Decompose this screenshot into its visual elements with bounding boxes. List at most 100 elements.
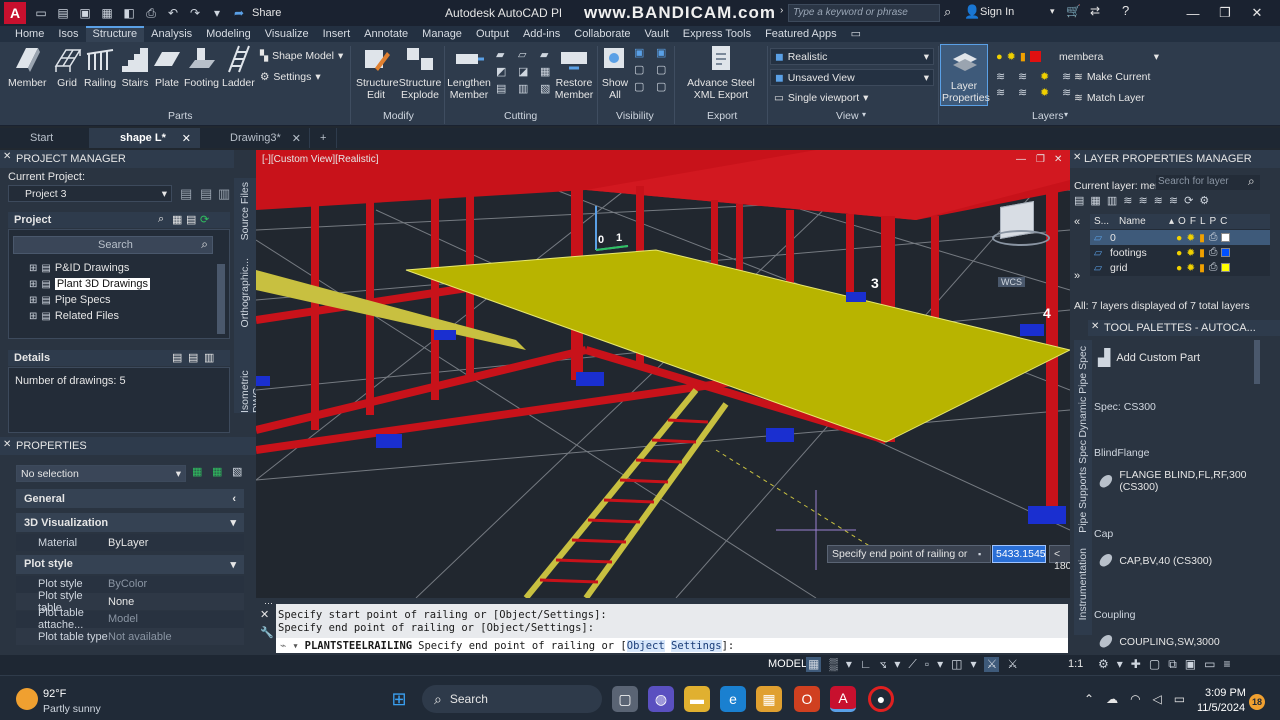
restore-member-button[interactable]: Restore Member: [553, 44, 595, 101]
plate-button[interactable]: Plate: [152, 44, 182, 89]
layer-tool-icon[interactable]: ✹: [1040, 86, 1058, 99]
tree-item[interactable]: ⊞ ▤ Related Files: [29, 310, 119, 322]
named-view-dropdown[interactable]: ◼ Unsaved View ▾: [770, 69, 934, 86]
minimize-icon[interactable]: —: [1182, 3, 1204, 23]
customize-icon[interactable]: ≡: [1223, 657, 1230, 672]
sun-icon[interactable]: ✹: [1186, 232, 1195, 244]
plot-icon[interactable]: ⎙: [1209, 231, 1217, 244]
column-plot[interactable]: P: [1210, 216, 1217, 227]
layer-tool-icon[interactable]: ≋: [996, 70, 1014, 83]
viewcube-compass[interactable]: [992, 230, 1050, 246]
wifi-icon[interactable]: ◠: [1130, 692, 1140, 706]
command-input[interactable]: ⌁ ▾ PLANTSTEELRAILING Specify end point …: [276, 638, 1068, 653]
property-value[interactable]: Model: [108, 613, 138, 625]
wrench-icon[interactable]: 🔧: [260, 626, 274, 639]
visibility-tool-icon[interactable]: ▢: [656, 80, 674, 93]
plot-icon[interactable]: ⎙: [1209, 261, 1217, 274]
weather-desc[interactable]: Partly sunny: [43, 703, 101, 715]
match-layer-button[interactable]: ≋ Match Layer: [1074, 92, 1145, 104]
ortho-icon[interactable]: ∟: [860, 657, 872, 672]
tab-structure[interactable]: Structure: [85, 26, 145, 42]
set-current-icon[interactable]: ≋: [1169, 194, 1178, 207]
tab-annotate[interactable]: Annotate: [357, 26, 415, 42]
exchange-icon[interactable]: ⇄: [1090, 4, 1100, 18]
layer-row[interactable]: ▱ 0 ● ✹ ▮ ⎙: [1090, 230, 1270, 245]
cart-icon[interactable]: 🛒: [1066, 4, 1081, 18]
property-row[interactable]: Material ByLayer: [16, 534, 244, 551]
tab-modeling[interactable]: Modeling: [199, 26, 258, 42]
close-icon[interactable]: ✕: [1091, 321, 1099, 332]
bulb-icon[interactable]: ●: [1176, 262, 1182, 274]
new-icon[interactable]: ▭: [32, 4, 50, 22]
property-section-header[interactable]: Plot style ▾: [16, 554, 244, 574]
search-icon[interactable]: ⌕: [944, 4, 951, 20]
dropdown-icon[interactable]: ▾: [208, 4, 226, 22]
isodraft-icon[interactable]: ⟋: [908, 657, 916, 672]
collapse-icon[interactable]: «: [1074, 216, 1080, 228]
make-current-button[interactable]: ≋ Make Current: [1074, 71, 1150, 83]
new-layer-icon[interactable]: ≋: [1123, 194, 1132, 207]
member-button[interactable]: Member: [8, 44, 47, 89]
tab-source-files[interactable]: Source Files: [239, 182, 251, 240]
close-icon[interactable]: ✕: [292, 132, 301, 145]
angle-input[interactable]: < 180°: [1049, 545, 1070, 572]
gear-icon[interactable]: ⚙: [1098, 657, 1109, 672]
hide-icon[interactable]: ▣: [656, 46, 674, 59]
sun-icon[interactable]: ✹: [1007, 50, 1016, 63]
osnap-icon[interactable]: ▫: [925, 657, 929, 672]
railing-button[interactable]: Railing: [84, 44, 116, 89]
column-lock[interactable]: L: [1200, 216, 1206, 227]
layer-row[interactable]: ▱ footings ● ✹ ▮ ⎙: [1090, 245, 1270, 260]
taskbar-search[interactable]: ⌕ Search: [422, 685, 602, 713]
property-row[interactable]: Plot table type Not available: [16, 628, 244, 645]
tab-express-tools[interactable]: Express Tools: [676, 26, 758, 42]
restore-icon[interactable]: ❐: [1214, 3, 1236, 23]
current-layer-dropdown[interactable]: membera ▾: [1054, 48, 1164, 65]
chevron-down-icon[interactable]: ▾: [292, 640, 298, 652]
tab-manage[interactable]: Manage: [415, 26, 469, 42]
close-viewport-icon[interactable]: ✕: [1054, 154, 1062, 165]
column-on[interactable]: O: [1178, 216, 1186, 227]
visual-style-dropdown[interactable]: ◼ Realistic ▾: [770, 48, 934, 65]
add-icon[interactable]: ✚: [1131, 657, 1141, 672]
search-icon[interactable]: ⌕: [201, 237, 208, 252]
close-icon[interactable]: ✕: [1246, 3, 1268, 23]
gear-icon[interactable]: ⚙: [1199, 194, 1209, 207]
close-icon[interactable]: ✕: [1073, 152, 1081, 163]
visibility-tool-icon[interactable]: ▢: [634, 63, 652, 76]
grid-button[interactable]: Grid: [52, 44, 82, 89]
structure-explode-button[interactable]: Structure Explode: [398, 44, 442, 101]
layer-name[interactable]: 0: [1110, 232, 1172, 244]
length-input[interactable]: 5433.1545: [992, 545, 1046, 563]
expand-icon[interactable]: ⊞: [29, 311, 37, 322]
layer-color-swatch[interactable]: [1221, 233, 1231, 242]
battery-icon[interactable]: ▭: [1174, 692, 1185, 706]
property-value[interactable]: ByColor: [108, 578, 147, 590]
scrollbar[interactable]: [1254, 340, 1260, 384]
lock-icon[interactable]: ▮: [1199, 232, 1205, 244]
details-tool-icon[interactable]: ▥: [204, 351, 214, 364]
sun-icon[interactable]: ✹: [1186, 262, 1195, 274]
viewport-config-button[interactable]: ▭ Single viewport ▾: [774, 92, 868, 104]
layer-row[interactable]: ▱ grid ● ✹ ▮ ⎙: [1090, 260, 1270, 275]
tab-pipe-supports-spec[interactable]: Pipe Supports Spec: [1077, 440, 1089, 533]
tab-analysis[interactable]: Analysis: [144, 26, 199, 42]
tab-output[interactable]: Output: [469, 26, 516, 42]
project-tool-icon[interactable]: ▤: [186, 213, 196, 226]
stairs-button[interactable]: Stairs: [120, 44, 150, 89]
tree-item[interactable]: ⊞ ▤ P&ID Drawings: [29, 262, 129, 274]
undo-icon[interactable]: ↶: [164, 4, 182, 22]
monitor-icon[interactable]: ⧉: [1168, 657, 1177, 672]
lock-icon[interactable]: ▮: [1020, 50, 1026, 63]
visibility-tool-icon[interactable]: ▢: [656, 63, 674, 76]
current-project-dropdown[interactable]: Project 3 ▾: [8, 185, 172, 202]
3d-model-canvas[interactable]: [256, 150, 1070, 598]
property-row[interactable]: Plot table attache... Model: [16, 607, 244, 631]
bulb-icon[interactable]: ●: [996, 51, 1003, 63]
viewcube[interactable]: [992, 194, 1052, 254]
tab-featured-apps[interactable]: Featured Apps: [758, 26, 844, 42]
weather-temp[interactable]: 92°F: [43, 688, 66, 700]
plot-icon[interactable]: ⎙: [142, 4, 160, 22]
cut-tool-icon[interactable]: ▰: [496, 48, 514, 61]
ladder-button[interactable]: Ladder: [222, 44, 255, 89]
